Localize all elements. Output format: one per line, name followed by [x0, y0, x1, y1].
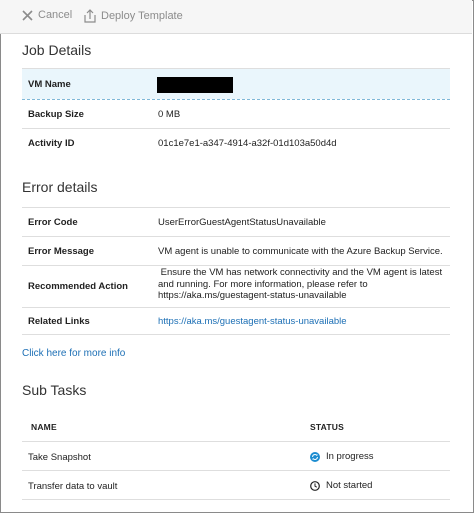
cancel-label: Cancel	[38, 9, 73, 21]
error-code-row: Error Code UserErrorGuestAgentStatusUnav…	[22, 208, 450, 236]
command-bar: Cancel Deploy Template	[0, 0, 472, 34]
subtask-row[interactable]: Transfer data to vault	[22, 471, 450, 499]
close-icon	[22, 9, 33, 21]
backup-size-label: Backup Size	[28, 109, 84, 120]
error-details-title: Error details	[22, 179, 98, 195]
name-column-header: NAME	[31, 422, 57, 432]
deploy-template-button[interactable]: Deploy Template	[83, 9, 183, 23]
cancel-button[interactable]: Cancel	[22, 9, 72, 21]
error-code-value: UserErrorGuestAgentStatusUnavailable	[158, 217, 326, 228]
recommended-action-value: Ensure the VM has network connectivity a…	[158, 267, 454, 302]
recommended-action-row: Recommended Action Ensure the VM has net…	[22, 266, 450, 307]
related-link[interactable]: https://aka.ms/guestagent-status-unavail…	[158, 316, 347, 327]
activity-id-row: Activity ID 01c1e7e1-a347-4914-a32f-01d1…	[22, 129, 450, 157]
subtask-status: In progress	[310, 451, 374, 462]
subtask-row[interactable]: Take Snapshot	[22, 442, 450, 470]
vm-name-label: VM Name	[28, 79, 71, 90]
recommended-action-label: Recommended Action	[28, 281, 128, 292]
job-details-title: Job Details	[22, 42, 92, 58]
vm-name-row: VM Name	[22, 69, 450, 99]
recommended-action-line: https://aka.ms/guestagent-status-unavail…	[158, 290, 347, 301]
subtask-status-label: In progress	[326, 451, 374, 462]
error-message-value: VM agent is unable to communicate with t…	[158, 246, 443, 257]
error-message-label: Error Message	[28, 246, 95, 257]
subtask-name: Transfer data to vault	[28, 481, 118, 492]
activity-id-value: 01c1e7e1-a347-4914-a32f-01d103a50d4d	[158, 138, 337, 149]
error-message-row: Error Message VM agent is unable to comm…	[22, 237, 450, 265]
in-progress-icon	[310, 451, 320, 462]
sub-tasks-title: Sub Tasks	[22, 382, 87, 398]
subtask-name: Take Snapshot	[28, 452, 91, 463]
activity-id-label: Activity ID	[28, 138, 75, 149]
upload-icon	[84, 9, 96, 23]
status-column-header: STATUS	[310, 422, 344, 432]
deploy-template-label: Deploy Template	[101, 10, 183, 22]
subtask-status: Not started	[310, 480, 372, 491]
recommended-action-line: and running. For more information, pleas…	[158, 278, 368, 290]
more-info-link[interactable]: Click here for more info	[22, 348, 125, 359]
recommended-action-line: Ensure the VM has network connectivity a…	[158, 267, 443, 278]
clock-icon	[310, 480, 320, 491]
related-links-row: Related Links https://aka.ms/guestagent-…	[22, 308, 450, 334]
divider	[22, 499, 450, 500]
subtask-status-label: Not started	[326, 480, 373, 491]
error-code-label: Error Code	[28, 217, 78, 228]
backup-size-value: 0 MB	[158, 109, 181, 120]
redacted-vm-name	[157, 77, 233, 93]
related-links-label: Related Links	[28, 316, 90, 327]
backup-size-row: Backup Size 0 MB	[22, 100, 450, 128]
divider	[22, 334, 450, 335]
